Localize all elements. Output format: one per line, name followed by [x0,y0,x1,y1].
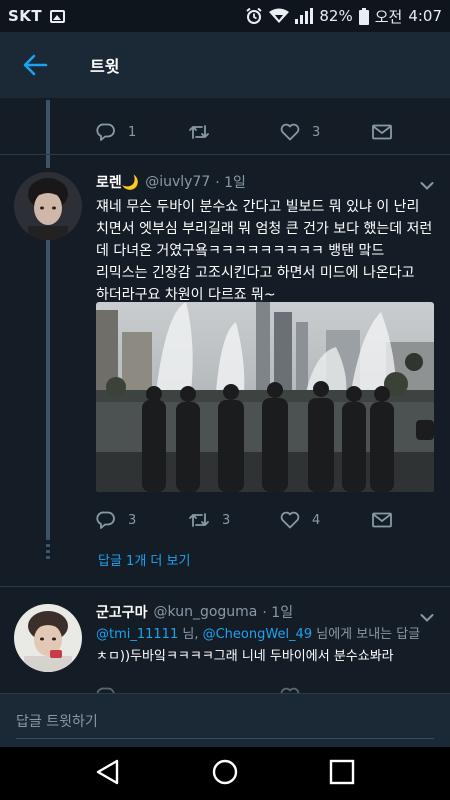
reply-context: @tmi_11111 님, @CheongWel_49 님에게 보내는 답글 [96,624,441,646]
tweet-actions: 1 3 [96,120,406,144]
retweet-button[interactable] [188,123,280,141]
reply-composer[interactable]: 답글 트윗하기 [0,693,450,747]
reply-input[interactable]: 답글 트윗하기 [16,711,98,731]
nav-back-icon [97,759,119,784]
share-icon [372,512,392,528]
reply-icon [96,511,115,529]
tweet-text-line: 치면서 엣부심 부리길래 뭐 엄청 큰 건가 보다 했는데 저런 [96,221,433,237]
nav-home-button[interactable] [210,757,240,791]
chevron-down-icon [420,614,434,622]
tweet-text-line: 리믹스는 긴장감 고조시킨다고 하면서 미드에 나온다고 [96,265,415,281]
avatar[interactable] [22,98,74,100]
tweet-text-line: 쟤네 무슨 두바이 분수쇼 간다고 빌보드 뭐 있냐 이 난리 [96,199,420,215]
battery-percent: 82% [319,7,353,25]
tweet-text-line: 데 다녀온 거였구욬ㅋㅋㅋㅋㅋㅋㅋㅋㅋ 뱅탠 맠드 [96,243,385,259]
wifi-icon [269,8,290,24]
back-button[interactable] [0,32,70,98]
reply-icon [96,687,115,693]
back-arrow-icon [23,54,48,76]
like-count: 4 [312,512,321,528]
mention-link[interactable]: @tmi_11111 [96,627,178,642]
like-button[interactable]: 3 [280,123,372,141]
tweet-header: 군고구마 @kun_goguma · 1일 [96,602,293,622]
tweet-text: @tmi_11111 님, @CheongWel_49 님에게 보내는 답글 ㅊ… [96,624,441,668]
reply-count: 1 [128,124,137,140]
tweet-text: · ··· ··· ·· ··· [96,98,168,106]
tweet-text-line: ㅊㅁ))두바잌ㅋㅋㅋㅋ그래 니네 두바이에서 분수쇼봐라 [96,649,394,664]
share-button[interactable] [372,124,404,140]
avatar[interactable] [14,172,82,240]
like-count: 3 [312,124,321,140]
tweet-header: 로렌🌙 @iuvly77 · 1일 [96,172,246,192]
mention-separator: 님, [178,627,203,642]
reply-count: 3 [128,512,137,528]
author-handle[interactable]: @iuvly77 [145,174,210,190]
thread-line [46,240,50,540]
nav-back-button[interactable] [93,757,123,791]
thread-more-dots [46,544,50,562]
thread-line [46,98,50,168]
page-title: 트윗 [90,57,120,76]
clock: 4:07 [408,7,442,25]
app-header: 트윗 [0,32,450,98]
tweet-text: 쟤네 무슨 두바이 분수쇼 간다고 빌보드 뭐 있냐 이 난리 치면서 엣부심 … [96,196,436,306]
retweet-button[interactable]: 3 [188,511,280,529]
gallery-notification-icon [50,9,66,23]
tweet-thread: · ··· ··· ·· ··· 1 3 로렌🌙 @iuvly77 · 1일 쟤… [0,98,450,693]
author-handle[interactable]: @kun_goguma [154,604,258,620]
tweet-actions: 3 3 4 [96,508,406,532]
reply-button[interactable]: 3 [96,510,188,530]
retweet-icon [189,513,209,527]
mention-link[interactable]: @CheongWel_49 [203,627,313,642]
chevron-down-icon [420,182,434,190]
battery-icon [358,7,369,25]
reply-button[interactable] [96,686,188,693]
signal-icon [295,8,314,24]
nav-recents-button[interactable] [327,757,357,791]
system-nav-bar [0,747,450,800]
show-more-replies-link[interactable]: 답글 1개 더 보기 [98,550,190,569]
time-prefix: 오전 [374,7,403,26]
author-name[interactable]: 군고구마 [96,602,148,622]
like-button[interactable]: 4 [280,511,372,529]
share-button[interactable] [372,512,404,528]
author-name[interactable]: 로렌🌙 [96,172,139,192]
status-bar: SKT 82% 오전 4:07 [0,0,450,32]
reply-input-underline [16,738,434,739]
retweet-count: 3 [222,512,231,528]
divider [0,586,450,587]
retweet-icon [189,125,209,139]
like-icon [280,123,300,141]
share-icon [372,124,392,140]
tweet-menu-button[interactable] [420,176,434,195]
tweet-time: · 1일 [215,175,246,191]
reply-icon [96,123,115,141]
tweet-actions [96,684,406,693]
reply-button[interactable]: 1 [96,122,188,142]
tweet-time: · 1일 [262,605,294,621]
divider [0,154,450,155]
carrier-label: SKT [8,7,43,25]
tweet-photo[interactable] [96,302,434,492]
reply-context-suffix: 님에게 보내는 답글 [312,627,421,642]
alarm-icon [245,7,263,25]
like-icon [280,511,300,529]
avatar[interactable] [14,604,82,672]
nav-recents-icon [329,759,354,784]
nav-home-icon [212,759,238,784]
